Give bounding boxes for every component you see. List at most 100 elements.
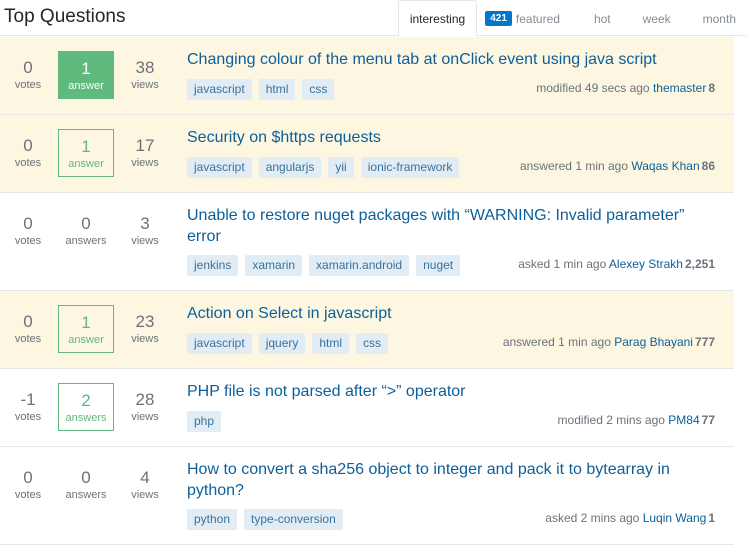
tag[interactable]: type-conversion xyxy=(244,509,343,530)
tab-label: featured xyxy=(515,11,560,26)
vote-number: 0 xyxy=(23,468,33,487)
vote-count: 0 votes xyxy=(0,207,56,255)
question-title-link[interactable]: Unable to restore nuget packages with “W… xyxy=(187,205,707,247)
tag[interactable]: xamarin.android xyxy=(309,255,410,276)
question-activity: modified 2 mins ago PM84 77 xyxy=(558,413,715,427)
vote-label: votes xyxy=(14,157,42,169)
answer-number: 0 xyxy=(81,214,91,233)
view-number: 3 xyxy=(140,214,150,233)
view-count: 28 views xyxy=(117,383,173,431)
tag[interactable]: html xyxy=(312,333,350,354)
tag-list: javascript html css xyxy=(187,79,341,100)
tab-month[interactable]: month xyxy=(693,0,739,37)
question-row: -1 votes 2 answers 28 views PHP file is not pa… xyxy=(0,369,734,447)
page-header: Top Questions interesting 421 featured h… xyxy=(0,0,747,37)
answer-count: 1 answer xyxy=(58,305,114,353)
tag-list: javascript jquery html css xyxy=(187,333,395,354)
view-label: views xyxy=(131,157,159,169)
activity-text: asked 1 min ago xyxy=(518,257,607,271)
tag[interactable]: css xyxy=(356,333,389,354)
user-link[interactable]: Waqas Khan xyxy=(631,159,699,173)
tag[interactable]: jenkins xyxy=(187,255,239,276)
question-title-link[interactable]: Changing colour of the menu tab at onCli… xyxy=(187,49,707,70)
question-title-link[interactable]: Security on $https requests xyxy=(187,127,707,148)
vote-number: 0 xyxy=(23,58,33,77)
user-link[interactable]: themaster xyxy=(653,81,706,95)
tab-interesting[interactable]: interesting xyxy=(397,0,478,37)
activity-text: asked 2 mins ago xyxy=(545,511,640,525)
answer-number: 1 xyxy=(81,313,91,332)
question-activity: answered 1 min ago Waqas Khan 86 xyxy=(520,159,715,173)
user-link[interactable]: Alexey Strakh xyxy=(609,257,683,271)
view-label: views xyxy=(131,79,159,91)
tag[interactable]: html xyxy=(258,79,296,100)
reputation-score: 777 xyxy=(694,335,715,349)
vote-count: 0 votes xyxy=(0,129,56,177)
view-number: 28 xyxy=(135,390,155,409)
vote-label: votes xyxy=(14,489,42,501)
vote-label: votes xyxy=(14,235,42,247)
tab-label: hot xyxy=(593,11,611,26)
view-label: views xyxy=(131,489,159,501)
tag-list: jenkins xamarin xamarin.android nuget xyxy=(187,255,467,276)
answer-count: 0 answers xyxy=(58,207,114,255)
view-number: 38 xyxy=(135,58,155,77)
answer-number: 1 xyxy=(81,59,91,78)
tag[interactable]: python xyxy=(187,509,238,530)
tag[interactable]: ionic-framework xyxy=(360,157,460,178)
question-row: 0 votes 0 answers 4 views How to convert a sha… xyxy=(0,447,734,545)
question-row: 0 votes 1 answer 38 views Changing colour of t… xyxy=(0,37,734,115)
tag[interactable]: yii xyxy=(328,157,354,178)
question-activity: asked 2 mins ago Luqin Wang 1 xyxy=(545,511,715,525)
page-title: Top Questions xyxy=(4,6,126,27)
tab-featured[interactable]: 421 featured xyxy=(477,0,574,37)
tag[interactable]: jquery xyxy=(258,333,306,354)
question-title-link[interactable]: How to convert a sha256 object to intege… xyxy=(187,459,707,501)
bounty-count-badge: 421 xyxy=(485,11,512,26)
reputation-score: 86 xyxy=(701,159,715,173)
tab-week[interactable]: week xyxy=(629,0,693,37)
view-count: 23 views xyxy=(117,305,173,353)
view-count: 17 views xyxy=(117,129,173,177)
tag[interactable]: angularjs xyxy=(258,157,322,178)
answer-label: answer xyxy=(68,334,104,346)
tag[interactable]: xamarin xyxy=(245,255,303,276)
vote-count: -1 votes xyxy=(0,383,56,431)
tag-list: python type-conversion xyxy=(187,509,350,530)
activity-text: answered 1 min ago xyxy=(502,335,611,349)
question-row: 0 votes 1 answer 23 views Action on Select in … xyxy=(0,291,734,369)
question-title-link[interactable]: Action on Select in javascript xyxy=(187,303,707,324)
question-row: 0 votes 1 answer 17 views Security on $https r… xyxy=(0,115,734,193)
vote-label: votes xyxy=(14,333,42,345)
user-link[interactable]: PM84 xyxy=(668,413,699,427)
tab-label: month xyxy=(702,11,736,26)
reputation-score: 8 xyxy=(708,81,715,95)
answer-label: answers xyxy=(65,235,107,247)
tag[interactable]: javascript xyxy=(187,333,252,354)
tag[interactable]: javascript xyxy=(187,157,252,178)
user-link[interactable]: Parag Bhayani xyxy=(614,335,693,349)
tag-list: php xyxy=(187,411,228,432)
answer-number: 1 xyxy=(81,137,91,156)
activity-text: modified 49 secs ago xyxy=(536,81,650,95)
user-link[interactable]: Luqin Wang xyxy=(643,511,707,525)
answer-count: 2 answers xyxy=(58,383,114,431)
question-activity: asked 1 min ago Alexey Strakh 2,251 xyxy=(518,257,715,271)
answer-label: answers xyxy=(65,489,107,501)
tag[interactable]: javascript xyxy=(187,79,252,100)
tag[interactable]: css xyxy=(302,79,335,100)
vote-label: votes xyxy=(14,411,42,423)
view-label: views xyxy=(131,333,159,345)
tab-hot[interactable]: hot xyxy=(574,0,629,37)
vote-count: 0 votes xyxy=(0,305,56,353)
tag[interactable]: nuget xyxy=(416,255,461,276)
answer-count: 0 answers xyxy=(58,461,114,509)
question-activity: answered 1 min ago Parag Bhayani 777 xyxy=(503,335,715,349)
question-title-link[interactable]: PHP file is not parsed after “>” operato… xyxy=(187,381,707,402)
tag[interactable]: php xyxy=(187,411,222,432)
vote-number: 0 xyxy=(23,214,33,233)
reputation-score: 1 xyxy=(708,511,715,525)
view-label: views xyxy=(131,235,159,247)
view-label: views xyxy=(131,411,159,423)
question-row: 0 votes 0 answers 3 views Unable to restore nu… xyxy=(0,193,734,291)
